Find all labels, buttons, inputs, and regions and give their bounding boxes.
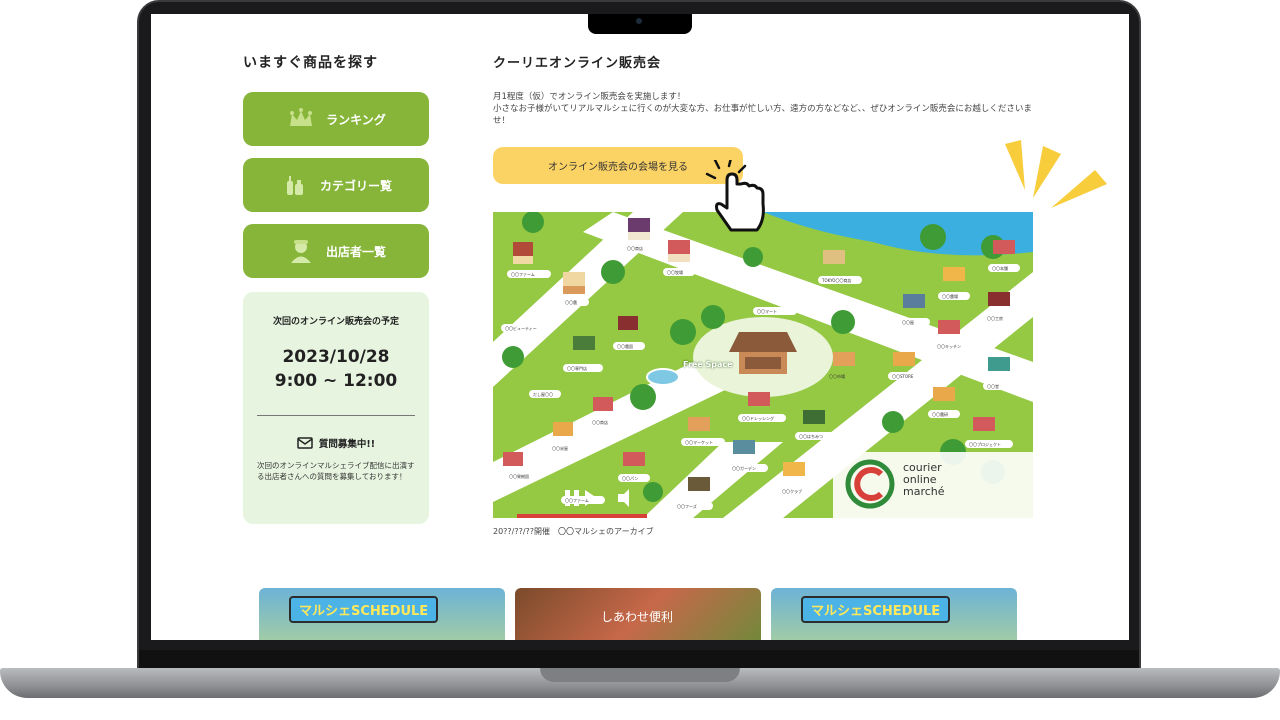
stall-label[interactable]: 〇〇農 (565, 300, 577, 306)
description: 月1程度（仮）でオンライン販売会を実施します！ 小さなお子様がいてリアルマルシェ… (493, 91, 1033, 127)
ranking-button-label: ランキング (326, 112, 386, 127)
stall-label[interactable]: 〇〇牧場 (667, 270, 683, 276)
stall-label-layer: 〇〇ファーム 〇〇商店 〇〇牧場 〇〇農 〇〇ビューティー 〇〇農園 〇〇専門店… (493, 212, 1033, 518)
camera-notch (588, 14, 692, 34)
schedule-banner-right[interactable]: マルシェSCHEDULE (771, 588, 1017, 640)
mail-icon (297, 437, 313, 449)
next-event-date: 2023/10/28 (282, 347, 390, 367)
category-list-button-label: カテゴリー覧 (319, 178, 392, 193)
screen: いますぐ商品を探す ランキング カテゴリー覧 出店者一覧 次回のオンライン販売会… (151, 14, 1129, 640)
stall-label[interactable]: 〇〇パン (622, 476, 638, 482)
stall-label[interactable]: TOKYO〇〇商店 (822, 278, 851, 284)
laptop-lid-notch (540, 668, 740, 682)
laptop-bezel-bottom (139, 650, 1139, 668)
stall-label[interactable]: 〇〇市場 (829, 374, 845, 380)
stall-label[interactable]: 〇〇農園 (617, 344, 633, 350)
banner-title: マルシェSCHEDULE (801, 596, 951, 623)
next-event-time: 9:00 ~ 12:00 (274, 371, 398, 391)
sidebar-title: いますぐ商品を探す (243, 55, 378, 71)
divider (257, 415, 415, 416)
question-heading[interactable]: 質問募集中!! (257, 436, 415, 450)
stall-label[interactable]: だし屋〇〇 (533, 392, 553, 398)
burst-decoration (1005, 140, 1107, 208)
person-icon (290, 240, 311, 263)
stall-label[interactable]: 〇〇工房 (987, 316, 1003, 322)
next-event-title: 次回のオンライン販売会の予定 (272, 317, 399, 327)
vendor-list-button[interactable]: 出店者一覧 (243, 224, 429, 278)
stall-label[interactable]: 〇〇屋 (902, 320, 914, 326)
stall-label[interactable]: 〇〇プロジェクト (969, 442, 1001, 448)
marche-map[interactable]: Free Space courier online marché 〇〇ファーム … (493, 212, 1033, 518)
stall-label[interactable]: 〇〇堂 (987, 384, 999, 390)
happy-convenience-banner[interactable]: しあわせ便利 (515, 588, 761, 640)
description-line-1: 月1程度（仮）でオンライン販売会を実施します！ (493, 92, 686, 102)
stall-label[interactable]: 〇〇農場 (942, 294, 958, 300)
stall-label[interactable]: 〇〇ビューティー (505, 326, 537, 332)
stall-label[interactable]: 〇〇専門店 (567, 366, 587, 372)
stall-label[interactable]: 〇〇はちみつ (799, 434, 823, 440)
description-line-2: 小さなお子様がいてリアルマルシェに行くのが大変な方、お仕事が忙しい方、遠方の方な… (493, 104, 1032, 126)
stall-label[interactable]: 〇〇ファーム (565, 498, 589, 504)
stall-label[interactable]: 〇〇米屋 (552, 446, 568, 452)
next-event-panel: 次回のオンライン販売会の予定 2023/10/28 9:00 ~ 12:00 質… (243, 292, 429, 524)
stall-label[interactable]: 〇〇STORE (892, 374, 913, 380)
stall-label[interactable]: 〇〇マート (757, 309, 777, 315)
stall-label[interactable]: 〇〇農研 (932, 412, 948, 418)
stall-label[interactable]: 〇〇商店 (627, 246, 643, 252)
stall-label[interactable]: 〇〇商店 (592, 420, 608, 426)
crown-icon (290, 108, 313, 126)
stall-label[interactable]: 〇〇果樹園 (509, 474, 529, 480)
camera-icon (636, 18, 642, 24)
question-text: 次回のオンラインマルシェライブ配信に出演する出店者さんへの質問を募集しております… (257, 461, 415, 481)
stall-label[interactable]: 〇〇ガーデン (732, 466, 756, 472)
banner-title: マルシェSCHEDULE (289, 596, 439, 623)
stall-label[interactable]: 〇〇クラブ (782, 489, 802, 495)
vendor-list-button-label: 出店者一覧 (325, 244, 386, 259)
schedule-banner-left[interactable]: マルシェSCHEDULE (259, 588, 505, 640)
stall-label[interactable]: 〇〇マーケット (685, 440, 713, 446)
stall-label[interactable]: 〇〇ドレッシング (742, 416, 774, 422)
banner-row: マルシェSCHEDULE しあわせ便利 マルシェSCHEDULE (259, 588, 1019, 640)
stall-label[interactable]: 〇〇キッチン (937, 344, 961, 350)
banner-title: しあわせ便利 (601, 610, 674, 624)
stall-label[interactable]: 〇〇本舗 (992, 266, 1008, 272)
ranking-button[interactable]: ランキング (243, 92, 429, 146)
question-title: 質問募集中!! (318, 439, 376, 450)
bottles-icon (286, 176, 303, 195)
stall-label[interactable]: 〇〇ファーム (511, 272, 535, 278)
page-title: クーリエオンライン販売会 (493, 56, 662, 71)
sidebar: いますぐ商品を探す ランキング カテゴリー覧 出店者一覧 次回のオンライン販売会… (243, 52, 429, 524)
stall-label[interactable]: 〇〇フーズ (677, 504, 697, 510)
category-list-button[interactable]: カテゴリー覧 (243, 158, 429, 212)
pointing-hand-icon (705, 160, 765, 232)
video-caption: 20??/??/??開催 〇〇マルシェのアーカイブ (493, 527, 654, 536)
